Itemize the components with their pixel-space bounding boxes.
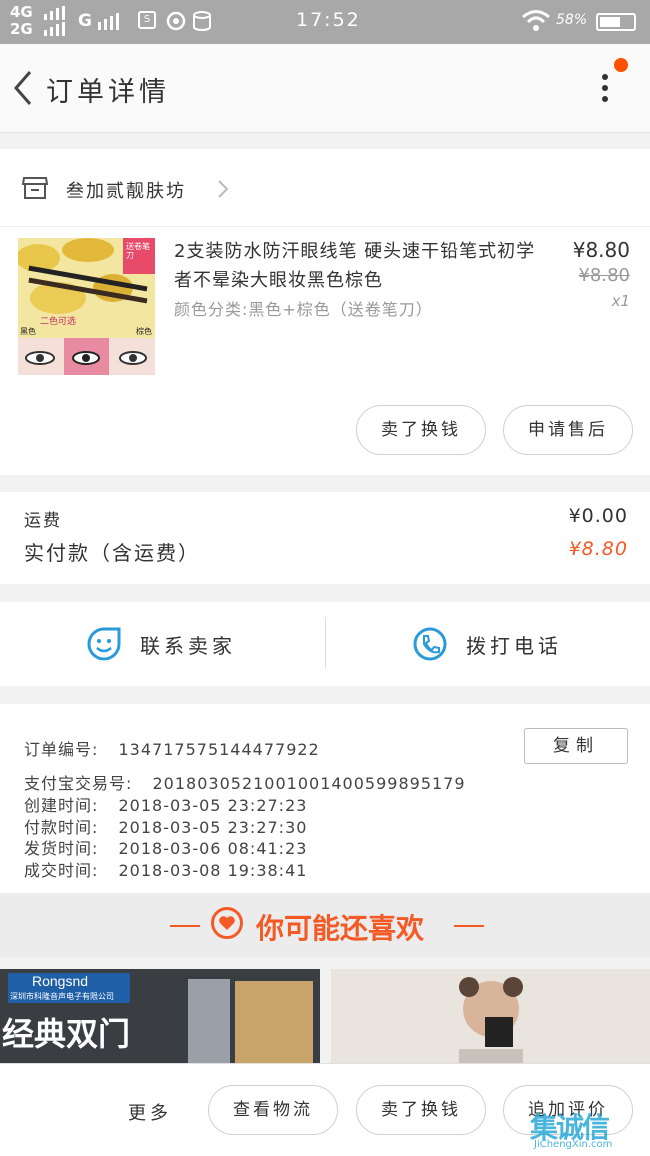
call-label: 拨打电话 xyxy=(466,634,562,658)
contact-seller-button[interactable]: 联系卖家 xyxy=(0,602,325,686)
battery-icon xyxy=(596,13,636,31)
phone-icon xyxy=(413,627,447,661)
chevron-right-icon[interactable] xyxy=(216,179,230,199)
image-label: 黑色 xyxy=(20,327,36,336)
sync-icon xyxy=(166,11,186,31)
order-number-value: 134717575144477922 xyxy=(118,740,320,759)
order-number-row: 订单编号: 134717575144477922 xyxy=(24,736,320,760)
brand-name: Rongsnd xyxy=(32,973,89,989)
page-title: 订单详情 xyxy=(46,77,170,108)
copy-button[interactable]: 复制 xyxy=(524,728,628,764)
original-price: ¥8.80 xyxy=(578,265,630,286)
divider xyxy=(0,226,650,227)
decor-line xyxy=(170,925,200,927)
logistics-button[interactable]: 查看物流 xyxy=(208,1085,338,1135)
shipped-value: 2018-03-06 08:41:23 xyxy=(118,839,308,858)
shipped-row: 发货时间: 2018-03-06 08:41:23 xyxy=(24,835,307,859)
recommend-item[interactable] xyxy=(331,969,650,1064)
sim-icon: S xyxy=(138,11,156,29)
brand-company: 深圳市科隆音声电子有限公司 xyxy=(10,992,114,1001)
alipay-row: 支付宝交易号: 2018030521001001400599895179 xyxy=(24,770,466,794)
battery-percent: 58% xyxy=(556,12,588,28)
decor-line xyxy=(454,925,484,927)
created-value: 2018-03-05 23:27:23 xyxy=(118,796,308,815)
product-image[interactable]: 送卷笔刀 二色可选 黑色 棕色 xyxy=(18,238,155,375)
product-title[interactable]: 2支装防水防汗眼线笔 硬头速干铅笔式初学者不晕染大眼妆黑色棕色 xyxy=(174,237,544,295)
completed-label: 成交时间: xyxy=(24,861,99,880)
quantity: x1 xyxy=(611,292,630,310)
paid-value: ¥8.80 xyxy=(568,538,628,560)
product-sku: 颜色分类:黑色+棕色（送卷笔刀） xyxy=(174,300,433,319)
shipping-label: 运费 xyxy=(24,511,62,531)
image-label: 棕色 xyxy=(136,327,152,336)
watermark-url: JiChengXin.com xyxy=(534,1139,613,1150)
paid-label: 实付款（含运费） xyxy=(24,541,200,565)
created-label: 创建时间: xyxy=(24,796,99,815)
alipay-value: 2018030521001001400599895179 xyxy=(152,774,466,793)
person-photo xyxy=(331,969,650,1064)
after-sale-button[interactable]: 申请售后 xyxy=(503,405,633,455)
chat-smile-icon xyxy=(87,627,121,661)
order-number-label: 订单编号: xyxy=(24,740,99,759)
recommend-item[interactable]: Rongsnd 深圳市科隆音声电子有限公司 经典双门 xyxy=(0,969,320,1064)
created-row: 创建时间: 2018-03-05 23:27:23 xyxy=(24,792,307,816)
signal-icon xyxy=(98,13,119,30)
product-price: ¥8.80 xyxy=(572,238,630,262)
more-button[interactable]: 更多 xyxy=(128,1099,172,1125)
watermark-logo: 集诚信 JiChengXin.com xyxy=(530,1106,648,1152)
completed-row: 成交时间: 2018-03-08 19:38:41 xyxy=(24,857,307,881)
fridge-image xyxy=(188,979,230,1064)
notification-dot xyxy=(614,58,628,72)
brand-banner: Rongsnd 深圳市科隆音声电子有限公司 xyxy=(8,973,130,1003)
shipping-value: ¥0.00 xyxy=(568,505,628,527)
sell-trade-button[interactable]: 卖了换钱 xyxy=(356,405,486,455)
heart-icon xyxy=(211,907,243,939)
back-arrow-icon[interactable] xyxy=(10,68,40,108)
network-top-label: 4G xyxy=(10,3,33,21)
network-bottom-label: 2G xyxy=(10,20,33,38)
contact-seller-label: 联系卖家 xyxy=(140,634,236,658)
image-label: 送卷笔刀 xyxy=(126,242,150,260)
data-icon xyxy=(193,11,211,31)
network-g-label: G xyxy=(78,11,92,31)
sell-trade-button[interactable]: 卖了换钱 xyxy=(356,1085,486,1135)
recommend-title: 你可能还喜欢 xyxy=(256,912,425,945)
fridge-image xyxy=(235,981,313,1064)
wifi-icon xyxy=(522,10,550,31)
completed-value: 2018-03-08 19:38:41 xyxy=(118,861,308,880)
status-bar: 4G 2G G S 17:52 58% xyxy=(0,0,650,44)
shop-name[interactable]: 叁加贰靓肤坊 xyxy=(66,177,186,203)
app-header: 订单详情 xyxy=(0,44,650,133)
clock: 17:52 xyxy=(296,9,361,31)
network-indicator: 4G 2G xyxy=(10,4,33,38)
store-icon xyxy=(22,177,48,199)
product-slogan: 经典双门 xyxy=(2,1015,131,1053)
image-label: 二色可选 xyxy=(40,317,77,327)
more-vertical-icon[interactable] xyxy=(596,68,616,108)
alipay-label: 支付宝交易号: xyxy=(24,774,133,793)
shipped-label: 发货时间: xyxy=(24,839,99,858)
signal-icon xyxy=(44,6,65,36)
call-button[interactable]: 拨打电话 xyxy=(326,602,650,686)
